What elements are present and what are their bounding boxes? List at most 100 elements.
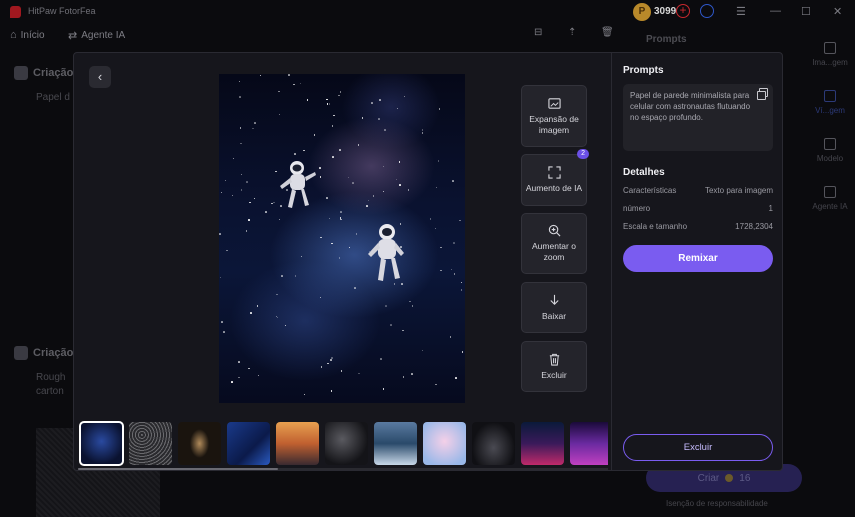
- trash-bg-icon[interactable]: 🗑: [601, 27, 614, 38]
- right-rail: Ima...gem Ví...gem Modelo Agente IA: [805, 30, 855, 222]
- details-panel: Prompts Papel de parede minimalista para…: [611, 53, 783, 470]
- thumbnail-neon-city[interactable]: [521, 422, 564, 465]
- star: [421, 129, 424, 131]
- star: [390, 324, 392, 326]
- star: [245, 230, 248, 232]
- star: [331, 242, 333, 245]
- astronaut-1-image: [280, 161, 316, 208]
- star: [411, 305, 414, 307]
- thumbnail-dark-sphere[interactable]: [325, 422, 368, 465]
- star: [328, 103, 331, 105]
- remix-button[interactable]: Remixar: [623, 245, 773, 272]
- rail-item-image[interactable]: Ima...gem: [805, 30, 855, 78]
- thumbnail-circuit[interactable]: [227, 422, 270, 465]
- star: [421, 349, 424, 352]
- ai-upscale-button[interactable]: 2 Aumento de IA: [521, 149, 589, 206]
- thumbnail-astronauts[interactable]: [79, 421, 124, 466]
- thumbnail-neon-city-2[interactable]: [570, 422, 608, 465]
- star: [460, 289, 463, 291]
- download-button[interactable]: Baixar: [521, 282, 587, 333]
- star: [299, 82, 302, 85]
- image-preview-modal: ‹ Expansão de imagem 2 Aumento de IA Aum…: [73, 52, 783, 471]
- star: [407, 189, 410, 191]
- star: [421, 132, 424, 134]
- star: [371, 102, 373, 104]
- share-icon[interactable]: ⇡: [568, 27, 576, 38]
- menu-icon[interactable]: ☰: [736, 5, 746, 18]
- upscale-icon: [547, 166, 561, 179]
- rail-item-model[interactable]: Modelo: [805, 126, 855, 174]
- star: [284, 324, 287, 327]
- thumbnail-statue[interactable]: [178, 422, 221, 465]
- bg-section-2-text: Rough: [36, 372, 66, 383]
- creation-icon: [14, 346, 28, 360]
- star: [453, 273, 456, 275]
- star: [256, 305, 259, 307]
- star: [361, 117, 364, 119]
- thumbnail-basketball[interactable]: [276, 422, 319, 465]
- star: [226, 249, 228, 252]
- star: [254, 122, 256, 124]
- thumbnail-scrollbar[interactable]: [78, 468, 608, 470]
- bg-section-1-title: Criação: [14, 66, 73, 80]
- star: [303, 393, 306, 396]
- star: [378, 118, 380, 120]
- bg-disclaimer[interactable]: Isenção de responsabilidade: [666, 499, 768, 508]
- copy-icon[interactable]: [757, 88, 768, 100]
- delete-button[interactable]: Excluir: [623, 434, 773, 461]
- star: [319, 167, 321, 169]
- compare-icon[interactable]: ⊟: [534, 27, 542, 38]
- bg-section-2-text-2: carton: [36, 386, 64, 397]
- star: [313, 134, 316, 136]
- star: [273, 201, 275, 204]
- star: [339, 91, 342, 93]
- bg-section-2-title: Criação: [14, 346, 73, 360]
- star: [434, 227, 437, 230]
- star: [240, 173, 243, 176]
- user-icon[interactable]: [700, 4, 714, 18]
- star: [348, 246, 351, 249]
- star: [221, 321, 223, 323]
- rail-item-agent[interactable]: Agente IA: [805, 174, 855, 222]
- bg-prompts-label: Prompts: [646, 34, 687, 45]
- thumbnail-scrollbar-thumb[interactable]: [78, 468, 278, 470]
- star: [440, 269, 442, 272]
- star: [459, 219, 461, 222]
- maximize-icon[interactable]: ☐: [801, 5, 811, 18]
- star: [326, 98, 328, 101]
- zoom-in-button[interactable]: Aumentar o zoom: [521, 213, 587, 274]
- back-button[interactable]: ‹: [89, 66, 111, 88]
- star: [354, 287, 356, 289]
- star: [238, 376, 240, 379]
- nav-agent[interactable]: ⇄ Agente IA: [68, 29, 125, 42]
- star: [259, 74, 262, 77]
- thumbnail-anime-girl[interactable]: [423, 422, 466, 465]
- nav-home[interactable]: ⌂ Início: [10, 29, 45, 41]
- model-icon: [824, 137, 836, 150]
- delete-tool-button[interactable]: Excluir: [521, 341, 587, 392]
- agent-swap-icon: ⇄: [68, 30, 78, 42]
- star: [411, 373, 413, 375]
- star: [300, 255, 303, 258]
- expand-image-button[interactable]: Expansão de imagem: [521, 85, 587, 147]
- star: [250, 312, 252, 314]
- rail-item-video[interactable]: Ví...gem: [805, 78, 855, 126]
- star: [276, 316, 279, 319]
- thumbnail-texture[interactable]: [129, 422, 172, 465]
- minimize-icon[interactable]: —: [770, 5, 781, 17]
- close-window-icon[interactable]: ✕: [833, 5, 842, 18]
- star: [338, 257, 341, 259]
- thumbnail-landscape[interactable]: [374, 422, 417, 465]
- star: [293, 83, 295, 86]
- star: [327, 362, 329, 365]
- star: [278, 218, 281, 221]
- star: [319, 176, 322, 178]
- upscale-count-badge: 2: [577, 149, 589, 159]
- main-image-preview[interactable]: [219, 74, 465, 403]
- add-coins-icon[interactable]: +: [676, 4, 690, 18]
- details-heading: Detalhes: [623, 167, 665, 178]
- star: [239, 96, 241, 98]
- prompts-heading: Prompts: [623, 65, 664, 76]
- star: [257, 374, 260, 377]
- thumbnail-motorcycle[interactable]: [472, 422, 515, 465]
